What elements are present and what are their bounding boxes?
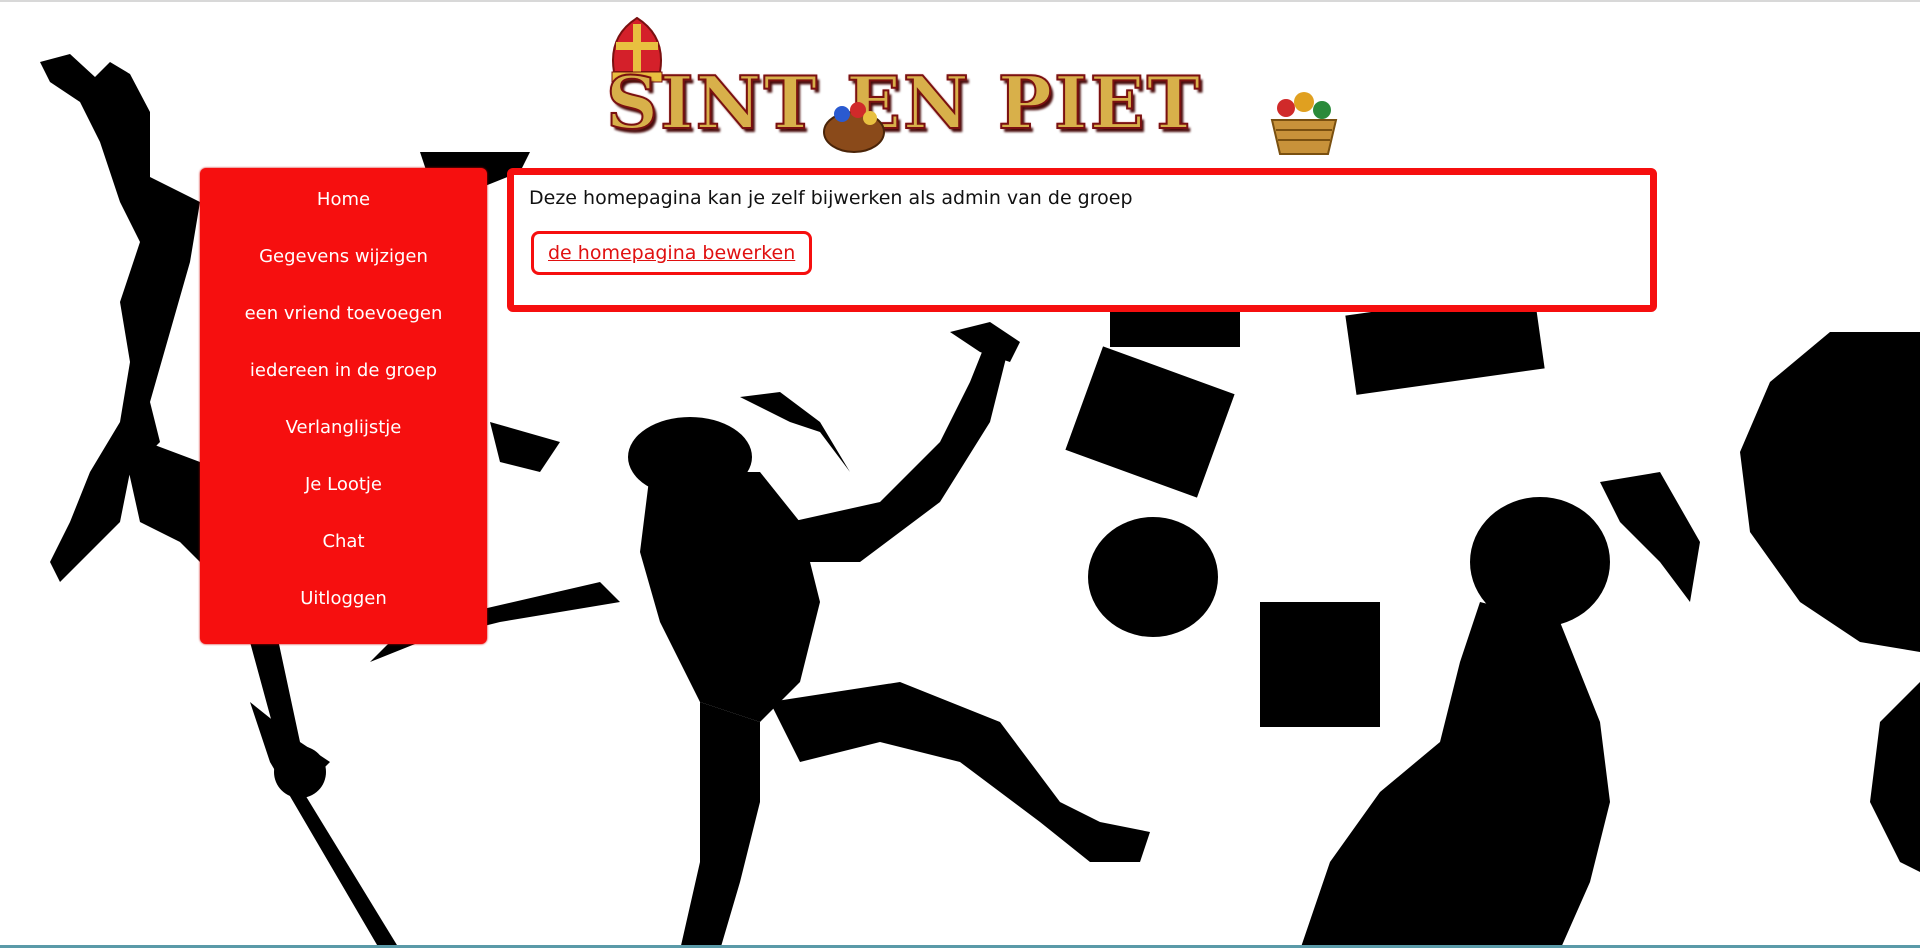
sidebar-item-chat: Chat: [200, 530, 487, 587]
nav-list: Home Gegevens wijzigen een vriend toevoe…: [200, 168, 487, 644]
nav-link-iedereen-in-groep[interactable]: iedereen in de groep: [250, 359, 437, 383]
nav-link-vriend-toevoegen[interactable]: een vriend toevoegen: [245, 302, 443, 326]
sidebar-item-je-lootje: Je Lootje: [200, 473, 487, 530]
homepage-content-panel: Deze homepagina kan je zelf bijwerken al…: [507, 168, 1657, 312]
homepage-intro-text: Deze homepagina kan je zelf bijwerken al…: [529, 187, 1133, 209]
site-logo[interactable]: SINT EN PIET: [596, 16, 1346, 162]
sidebar-item-iedereen-in-groep: iedereen in de groep: [200, 359, 487, 416]
nav-link-home[interactable]: Home: [317, 188, 370, 212]
logo-text: SINT EN PIET: [605, 59, 1203, 146]
sidebar-item-uitloggen: Uitloggen: [200, 587, 487, 644]
nav-link-uitloggen[interactable]: Uitloggen: [300, 587, 387, 611]
sidebar-item-vriend-toevoegen: een vriend toevoegen: [200, 302, 487, 359]
nav-link-je-lootje[interactable]: Je Lootje: [305, 473, 382, 497]
nav-link-chat[interactable]: Chat: [322, 530, 364, 554]
sidebar-item-home: Home: [200, 188, 487, 245]
sidebar-nav: Home Gegevens wijzigen een vriend toevoe…: [200, 168, 487, 644]
nav-link-gegevens-wijzigen[interactable]: Gegevens wijzigen: [259, 245, 428, 269]
sidebar-item-gegevens-wijzigen: Gegevens wijzigen: [200, 245, 487, 302]
sidebar-item-verlanglijstje: Verlanglijstje: [200, 416, 487, 473]
edit-homepage-button[interactable]: de homepagina bewerken: [531, 231, 813, 275]
nav-link-verlanglijstje[interactable]: Verlanglijstje: [286, 416, 402, 440]
edit-homepage-button-label: de homepagina bewerken: [548, 242, 796, 264]
gift-sack-icon: [823, 102, 885, 153]
page: SINT EN PIET Home Gegevens wijzigen een …: [0, 0, 1920, 948]
basket-icon: [1270, 92, 1338, 155]
